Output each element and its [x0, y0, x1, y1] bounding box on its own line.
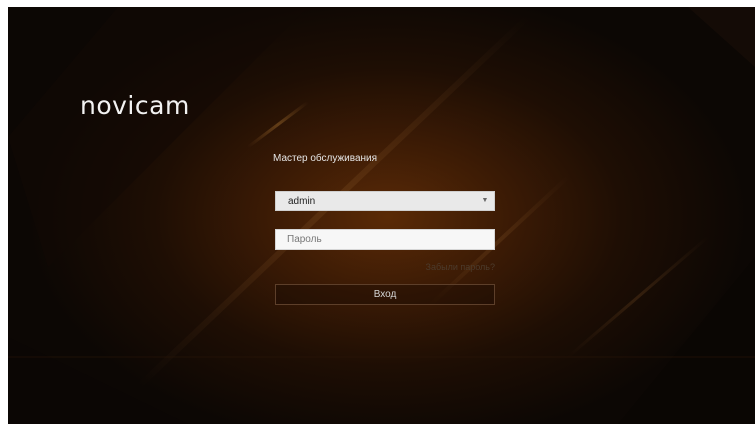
login-screen: novicam Мастер обслуживания admin ▼ Забы… — [8, 7, 755, 424]
chevron-down-icon[interactable]: ▼ — [480, 195, 490, 207]
login-button[interactable]: Вход — [275, 284, 495, 305]
novicam-logo: novicam — [80, 91, 190, 120]
password-input[interactable] — [275, 229, 495, 250]
username-value: admin — [288, 196, 316, 207]
login-form-title: Мастер обслуживания — [273, 153, 378, 164]
username-select[interactable]: admin ▼ — [275, 191, 495, 211]
background-graphic — [8, 7, 755, 424]
forgot-password-link[interactable]: Забыли пароль? — [426, 262, 495, 272]
